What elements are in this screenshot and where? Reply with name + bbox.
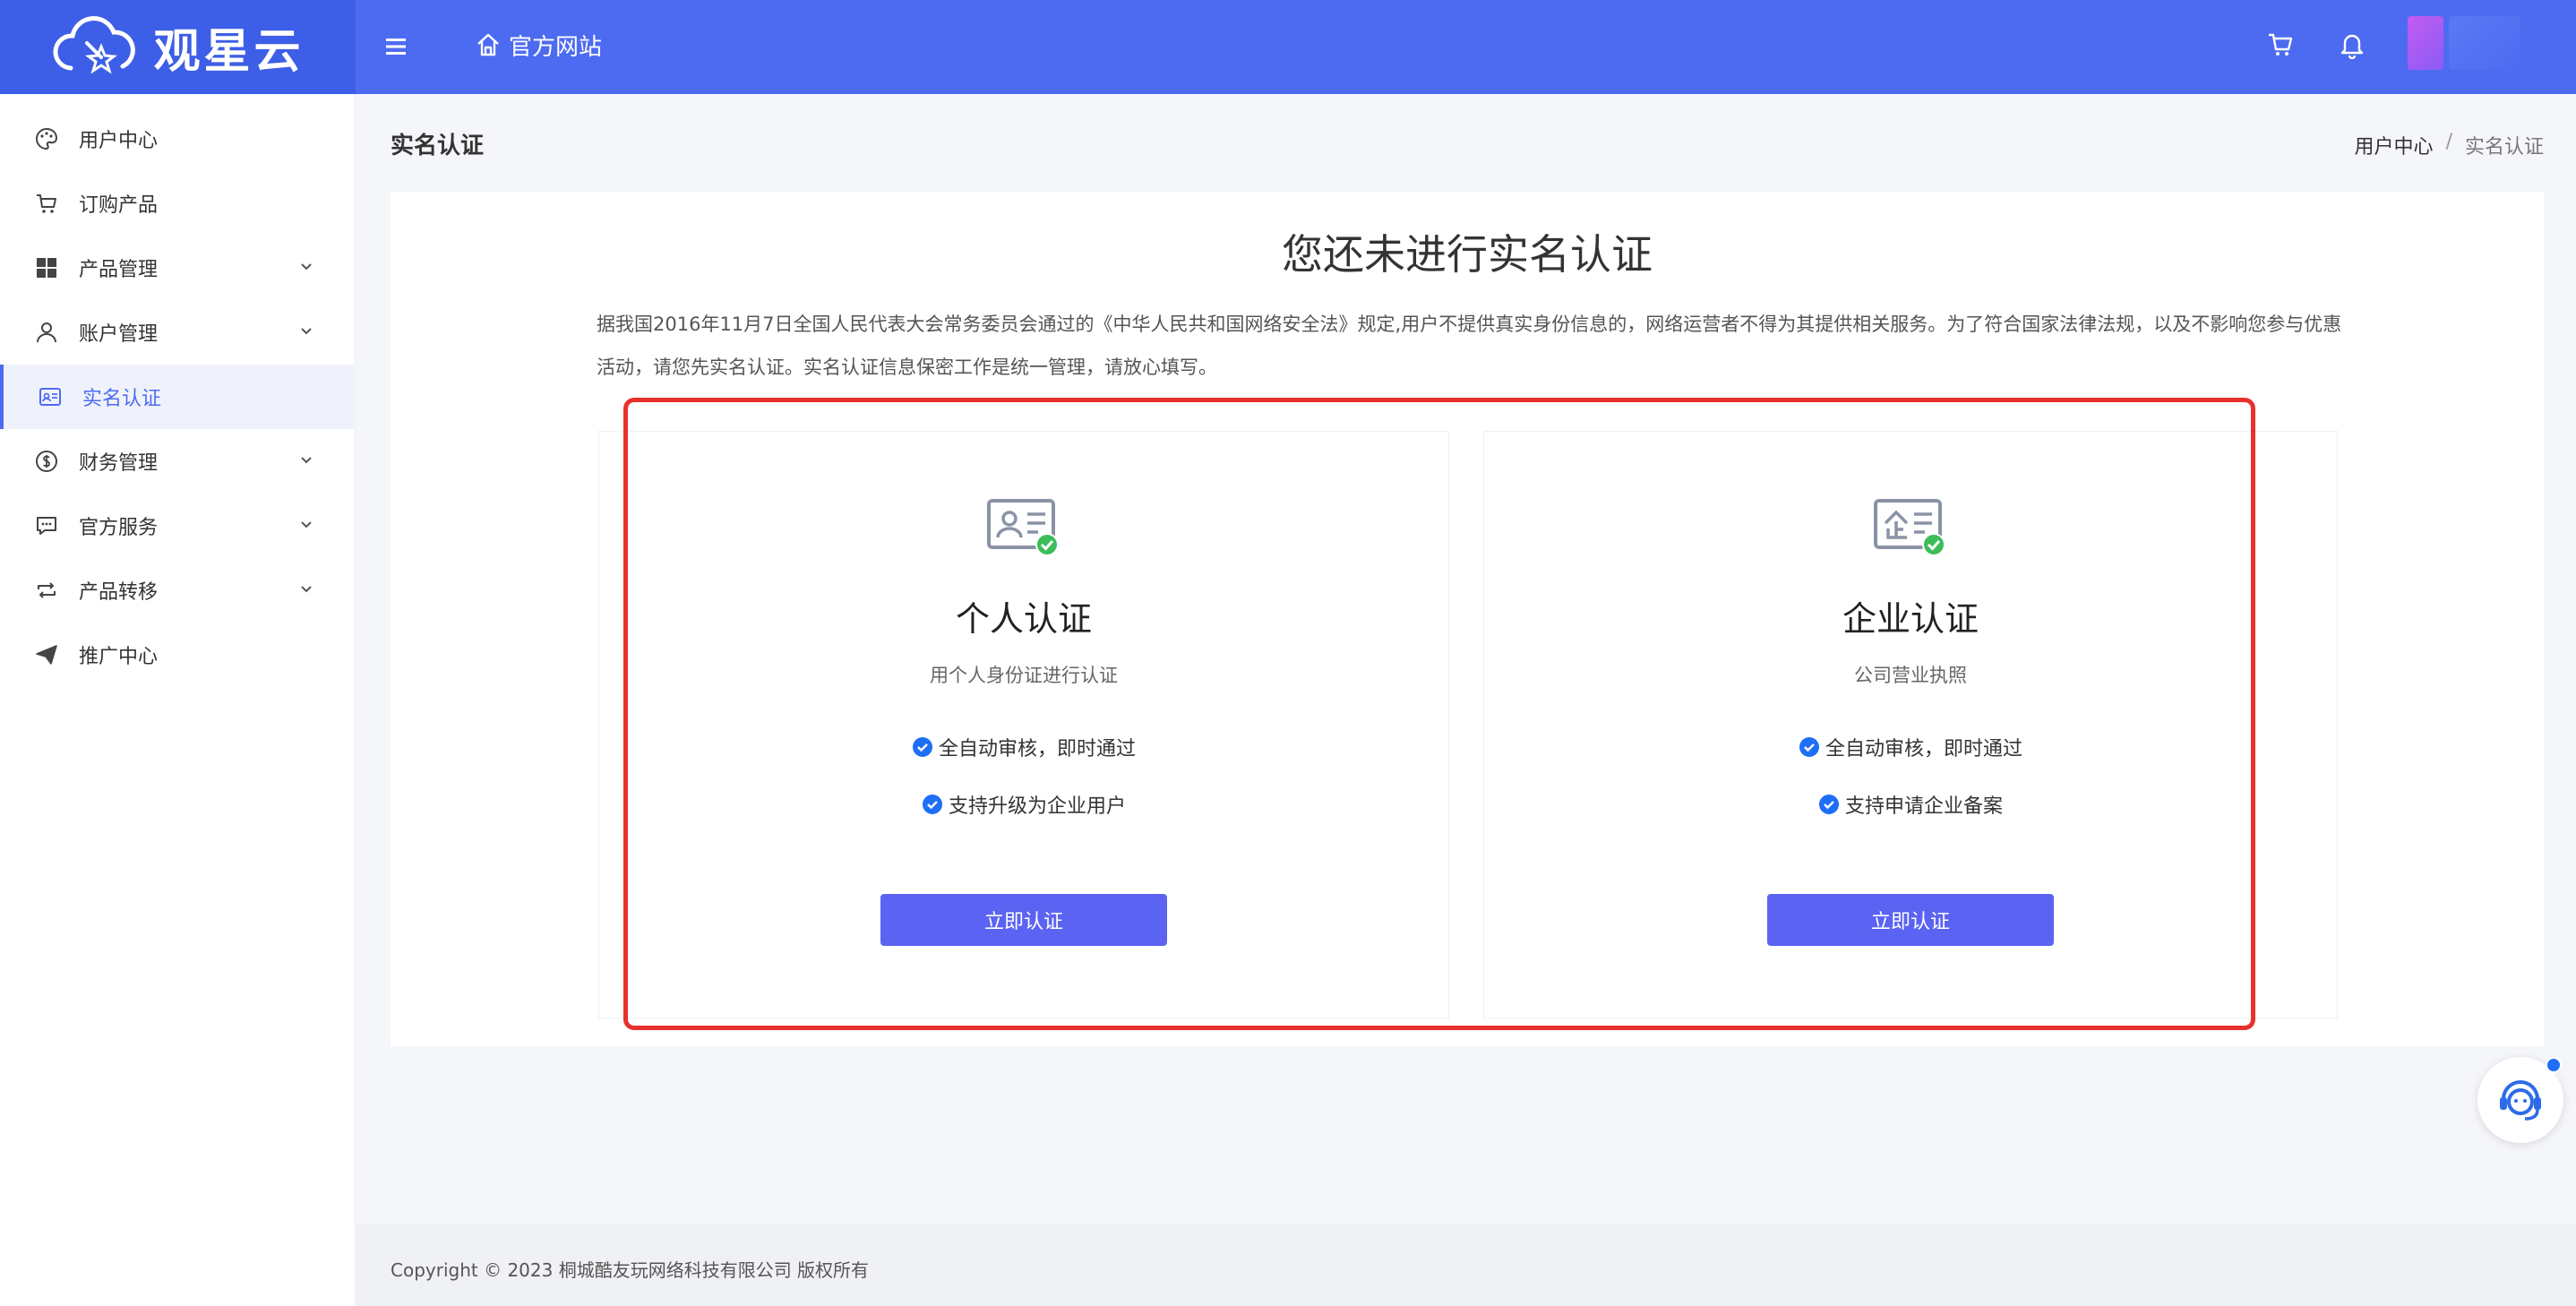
user-icon (34, 320, 59, 345)
chevron-down-icon (296, 580, 316, 599)
notification-dot (2546, 1057, 2562, 1073)
avatar-block (2408, 16, 2443, 70)
avatar-block (2449, 16, 2520, 70)
bell-icon[interactable] (2332, 25, 2372, 64)
dollar-icon (34, 449, 59, 474)
sidebar-item-label: 财务管理 (79, 452, 159, 475)
sidebar-item-account-management[interactable]: 账户管理 (0, 300, 356, 365)
sidebar-item-product-transfer[interactable]: 产品转移 (0, 558, 356, 623)
chevron-down-icon (296, 451, 316, 470)
official-site-link[interactable]: 官方网站 (475, 25, 602, 64)
breadcrumb: 用户中心 / 实名认证 (2355, 131, 2544, 159)
transfer-icon (34, 578, 59, 603)
breadcrumb-item-user-center[interactable]: 用户中心 (2355, 131, 2434, 159)
home-icon (475, 31, 502, 58)
menu-icon[interactable] (376, 27, 416, 66)
grid-icon (34, 255, 59, 280)
sidebar-item-real-name-auth[interactable]: 实名认证 (0, 365, 356, 429)
auth-notice: 据我国2016年11月7日全国人民代表大会常务委员会通过的《中华人民共和国网络安… (597, 314, 2342, 378)
id-card-icon (38, 384, 63, 409)
cloud-logo-icon (51, 15, 141, 79)
sidebar-item-user-center[interactable]: 用户中心 (0, 107, 356, 171)
sidebar-item-label: 实名认证 (82, 388, 162, 410)
official-site-label: 官方网站 (509, 33, 603, 61)
sidebar-item-product-management[interactable]: 产品管理 (0, 236, 356, 300)
top-bar: 观星云 官方网站 (0, 0, 2576, 94)
sidebar-item-label: 官方服务 (79, 517, 159, 539)
breadcrumb-separator: / (2445, 131, 2452, 153)
footer: Copyright © 2023 桐城酷友玩网络科技有限公司 版权所有 (356, 1224, 2576, 1306)
sidebar-item-label: 产品转移 (79, 581, 159, 604)
chat-icon (34, 513, 59, 538)
logo[interactable]: 观星云 (0, 0, 356, 94)
sidebar-item-label: 产品管理 (79, 259, 159, 281)
breadcrumb-item-current: 实名认证 (2464, 136, 2544, 159)
auth-heading: 您还未进行实名认证 (1282, 230, 1653, 279)
chevron-down-icon (296, 322, 316, 341)
sidebar-item-official-service[interactable]: 官方服务 (0, 494, 356, 558)
chevron-down-icon (296, 257, 316, 277)
sidebar-item-promotion-center[interactable]: 推广中心 (0, 623, 356, 687)
logo-text: 观星云 (153, 25, 305, 79)
sidebar-item-label: 推广中心 (79, 646, 159, 668)
sidebar-item-order-products[interactable]: 订购产品 (0, 171, 356, 236)
sidebar-item-finance-management[interactable]: 财务管理 (0, 429, 356, 494)
sidebar-item-label: 用户中心 (79, 130, 159, 152)
palette-icon (34, 126, 59, 151)
customer-support-button[interactable] (2477, 1057, 2563, 1143)
cart-icon[interactable] (2261, 25, 2300, 64)
chevron-down-icon (296, 515, 316, 535)
send-icon (34, 642, 59, 667)
page-title: 实名认证 (391, 133, 485, 159)
sidebar-item-label: 订购产品 (79, 194, 159, 217)
sidebar: 用户中心 订购产品 产品管理 账户管理 实名认证 财务管理 官方服务 产品转移 … (0, 94, 356, 1306)
headset-icon (2493, 1072, 2548, 1128)
highlight-frame (623, 398, 2255, 1030)
copyright-text: Copyright © 2023 桐城酷友玩网络科技有限公司 版权所有 (391, 1259, 870, 1281)
cart-icon (34, 191, 59, 216)
sidebar-item-label: 账户管理 (79, 323, 159, 346)
avatar[interactable] (2408, 16, 2551, 70)
